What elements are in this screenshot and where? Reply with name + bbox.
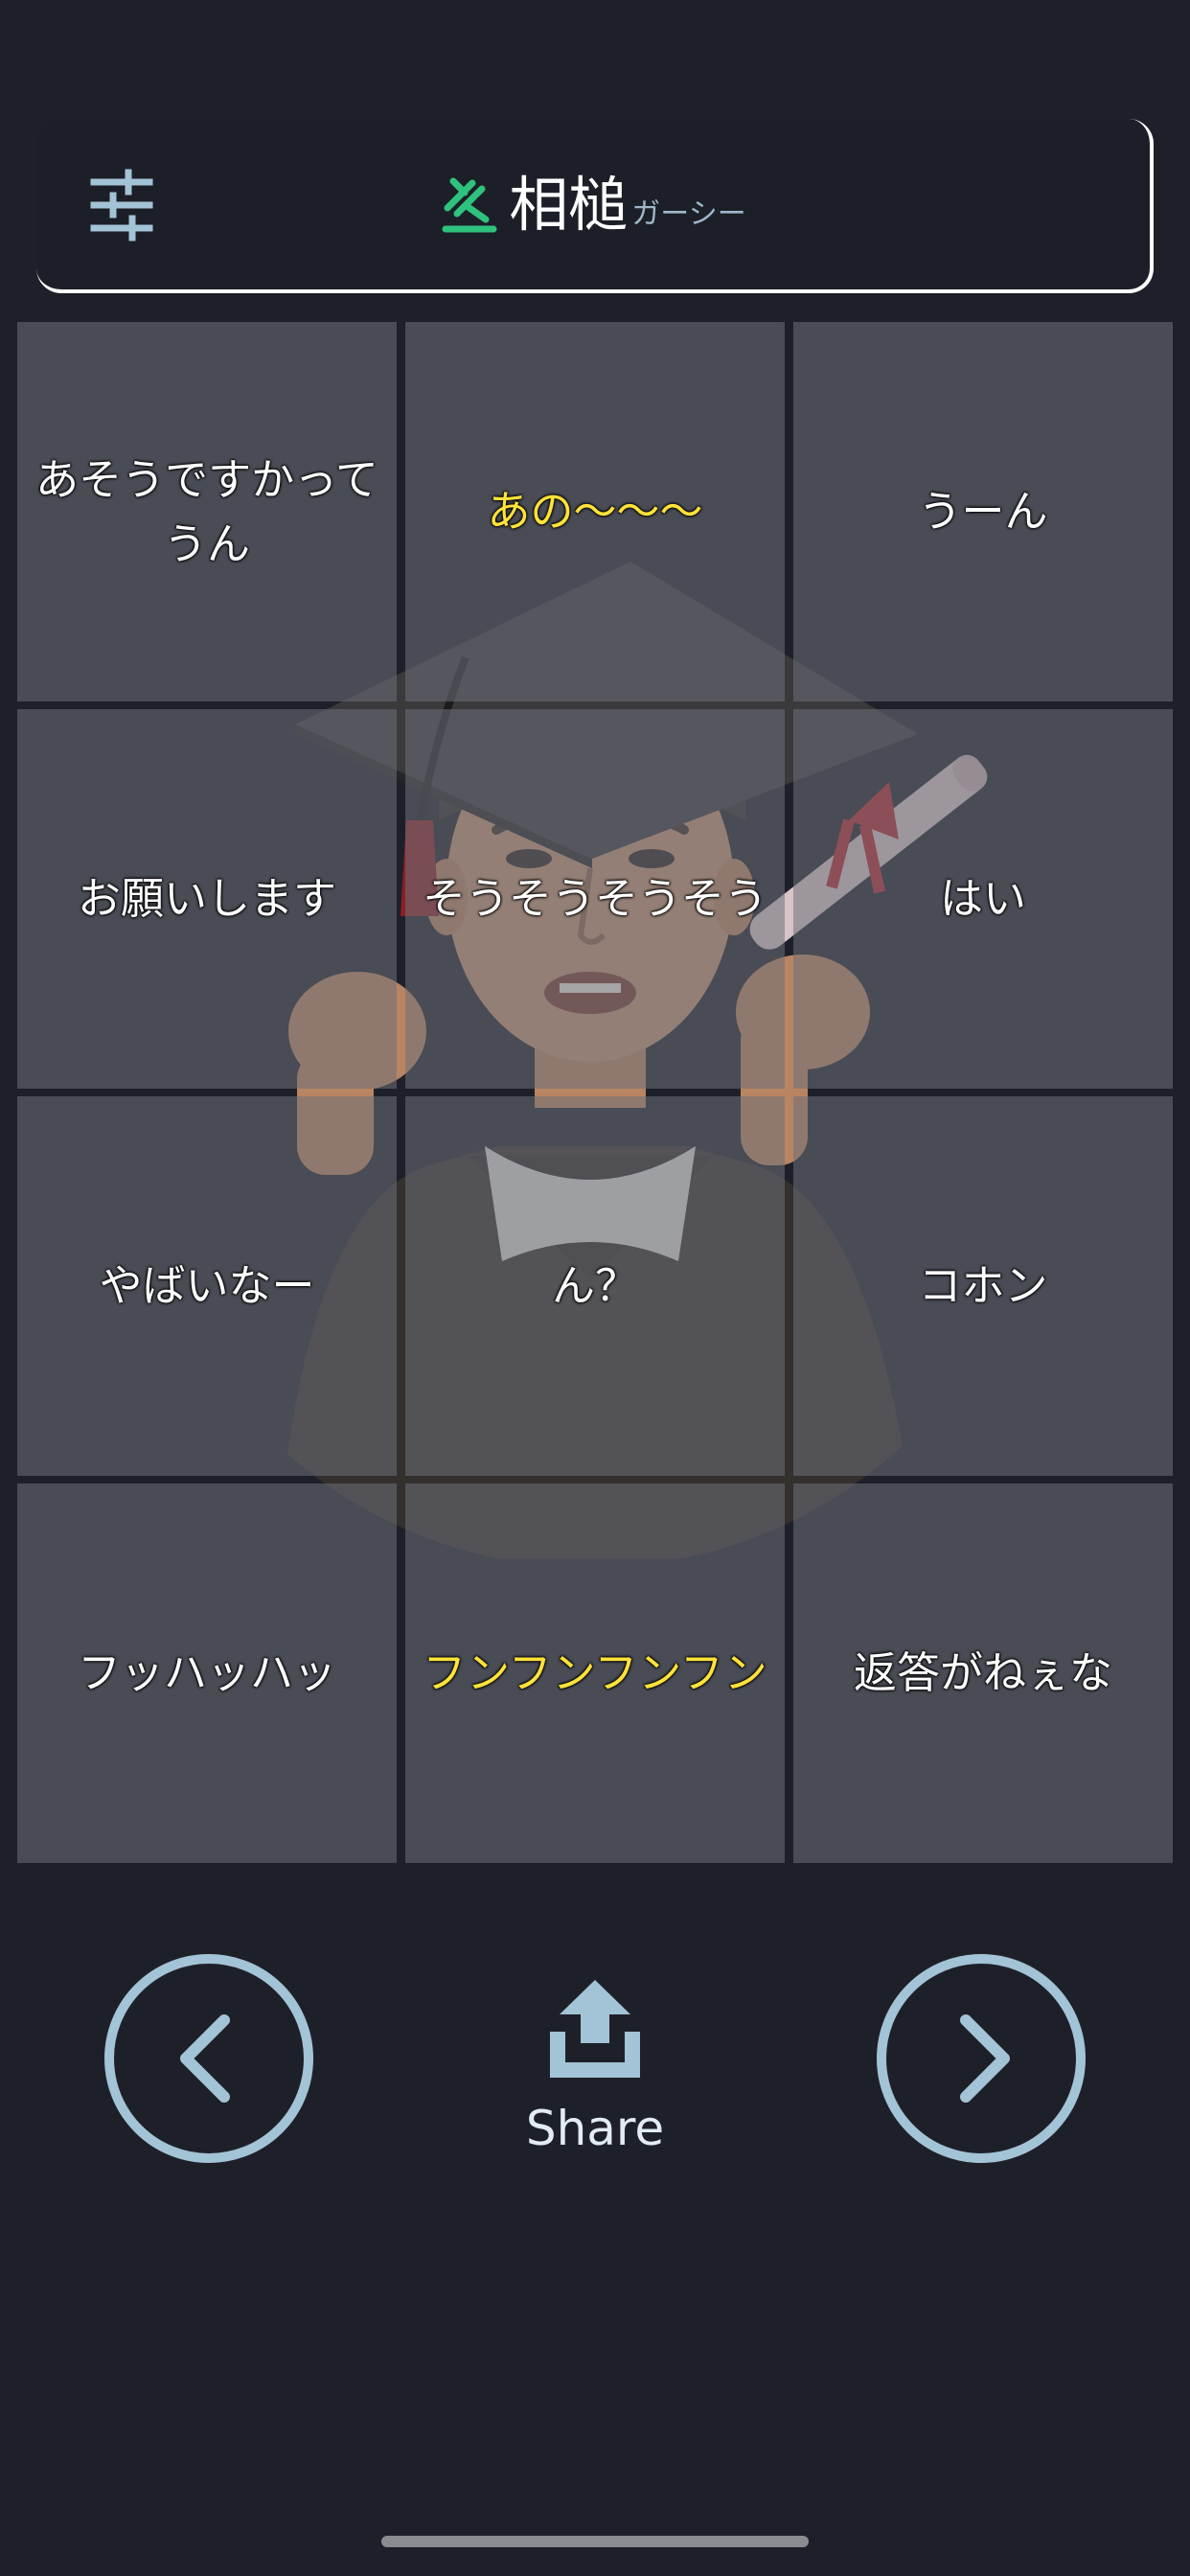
phrase-cell[interactable]: あの〜〜〜: [405, 322, 785, 702]
app-title: 相槌 ガーシー: [36, 157, 1150, 253]
chevron-left-icon: [104, 1954, 313, 2163]
title-text: 相槌: [509, 170, 629, 240]
phrase-cell[interactable]: うーん: [793, 322, 1173, 702]
phrase-cell[interactable]: そうそうそうそう: [405, 709, 785, 1089]
share-button[interactable]: Share: [499, 1972, 691, 2183]
phrase-board: あそうですかってうん あの〜〜〜 うーんお願いします そうそうそうそう はいやばいなーん…: [17, 322, 1173, 1865]
previous-page-button[interactable]: [102, 1951, 316, 2166]
phrase-cell[interactable]: あそうですかってうん: [17, 322, 397, 702]
subtitle-text: ガーシー: [631, 197, 746, 231]
home-indicator: [381, 2536, 809, 2547]
phrase-cell[interactable]: ん？: [405, 1096, 785, 1476]
phrase-cell[interactable]: はい: [793, 709, 1173, 1089]
phrase-cell[interactable]: コホン: [793, 1096, 1173, 1476]
share-label: Share: [525, 2101, 665, 2156]
chevron-right-icon: [877, 1954, 1086, 2163]
phrase-cell[interactable]: やばいなー: [17, 1096, 397, 1476]
phrase-cell[interactable]: フンフンフンフン: [405, 1484, 785, 1863]
next-page-button[interactable]: [874, 1951, 1088, 2166]
phrase-grid: あそうですかってうん あの〜〜〜 うーんお願いします そうそうそうそう はいやばいなーん…: [17, 322, 1173, 1865]
app-header: 相槌 ガーシー: [36, 119, 1154, 293]
phrase-cell[interactable]: お願いします: [17, 709, 397, 1089]
share-upload-icon: [550, 1980, 640, 2078]
gavel-icon: [442, 177, 497, 233]
phrase-cell[interactable]: フッハッハッ: [17, 1484, 397, 1863]
phrase-cell[interactable]: 返答がねぇな: [793, 1484, 1173, 1863]
